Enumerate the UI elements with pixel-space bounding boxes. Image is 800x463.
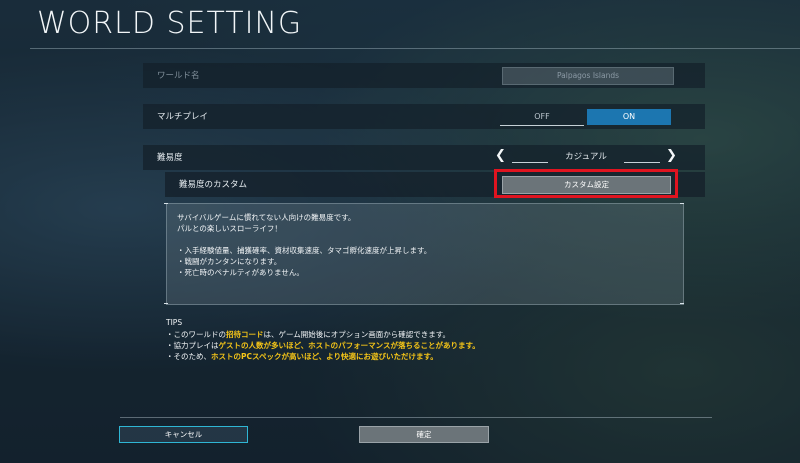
footer-divider [120,417,712,418]
highlight-box [494,169,678,198]
world-name-field: Palpagos Islands [502,67,674,85]
tips-text: ・このワールドの [166,330,226,339]
world-name-row: ワールド名 Palpagos Islands [143,63,705,88]
tips-heading: TIPS [166,318,183,327]
description-line: ・戦闘がカンタンになります。 [177,257,282,266]
tips-highlight: ゲストの人数が多いほど、ホストのパフォーマンスが落ちることがあります。 [218,341,480,350]
tips-line: ・そのため、ホストのPCスペックが高いほど、より快適にお遊びいただけます。 [166,351,438,362]
difficulty-row: 難易度 ❮ カジュアル ❯ [143,145,705,170]
difficulty-description-panel: サバイバルゲームに慣れてない人向けの難易度です。 パルとの楽しいスローライフ！ … [166,203,684,305]
multiplay-row: マルチプレイ OFF ON [143,104,705,129]
tips-highlight: ホストのPCスペックが高いほど、より快適にお遊びいただけます。 [211,352,438,361]
chevron-left-icon[interactable]: ❮ [495,148,506,163]
corner-mark [680,303,684,304]
description-line: ・死亡時のペナルティがありません。 [177,268,304,277]
cancel-button[interactable]: キャンセル [119,426,248,443]
difficulty-label: 難易度 [157,153,183,163]
description-line: パルとの楽しいスローライフ！ [177,224,282,233]
world-name-label: ワールド名 [157,71,200,81]
difficulty-underline-right [624,162,660,163]
tips-highlight: 招待コード [226,330,264,339]
title-divider [30,48,800,49]
page-title: WORLD SETTING [37,6,303,41]
tips-text: ・そのため、 [166,352,211,361]
multiplay-on-button[interactable]: ON [587,109,671,125]
corner-mark [164,303,168,304]
chevron-right-icon[interactable]: ❯ [666,148,677,163]
multiplay-label: マルチプレイ [157,112,209,122]
tips-text: は、ゲーム開始後にオプション画面から確認できます。 [263,330,451,339]
tips-line: ・協力プレイはゲストの人数が多いほど、ホストのパフォーマンスが落ちることがありま… [166,340,480,351]
difficulty-value: カジュアル [565,152,607,162]
tips-line: ・このワールドの招待コードは、ゲーム開始後にオプション画面から確認できます。 [166,329,450,340]
corner-mark [680,203,684,204]
tips-text: ・協力プレイは [166,341,219,350]
description-line: ・入手経験値量、捕獲確率、資材収集速度、タマゴ孵化速度が上昇します。 [177,246,432,255]
custom-difficulty-label: 難易度のカスタム [179,180,248,190]
corner-mark [164,203,168,204]
description-line: サバイバルゲームに慣れてない人向けの難易度です。 [177,213,356,222]
multiplay-off-button[interactable]: OFF [500,109,584,126]
confirm-button[interactable]: 確定 [359,426,489,443]
difficulty-underline-left [512,162,548,163]
